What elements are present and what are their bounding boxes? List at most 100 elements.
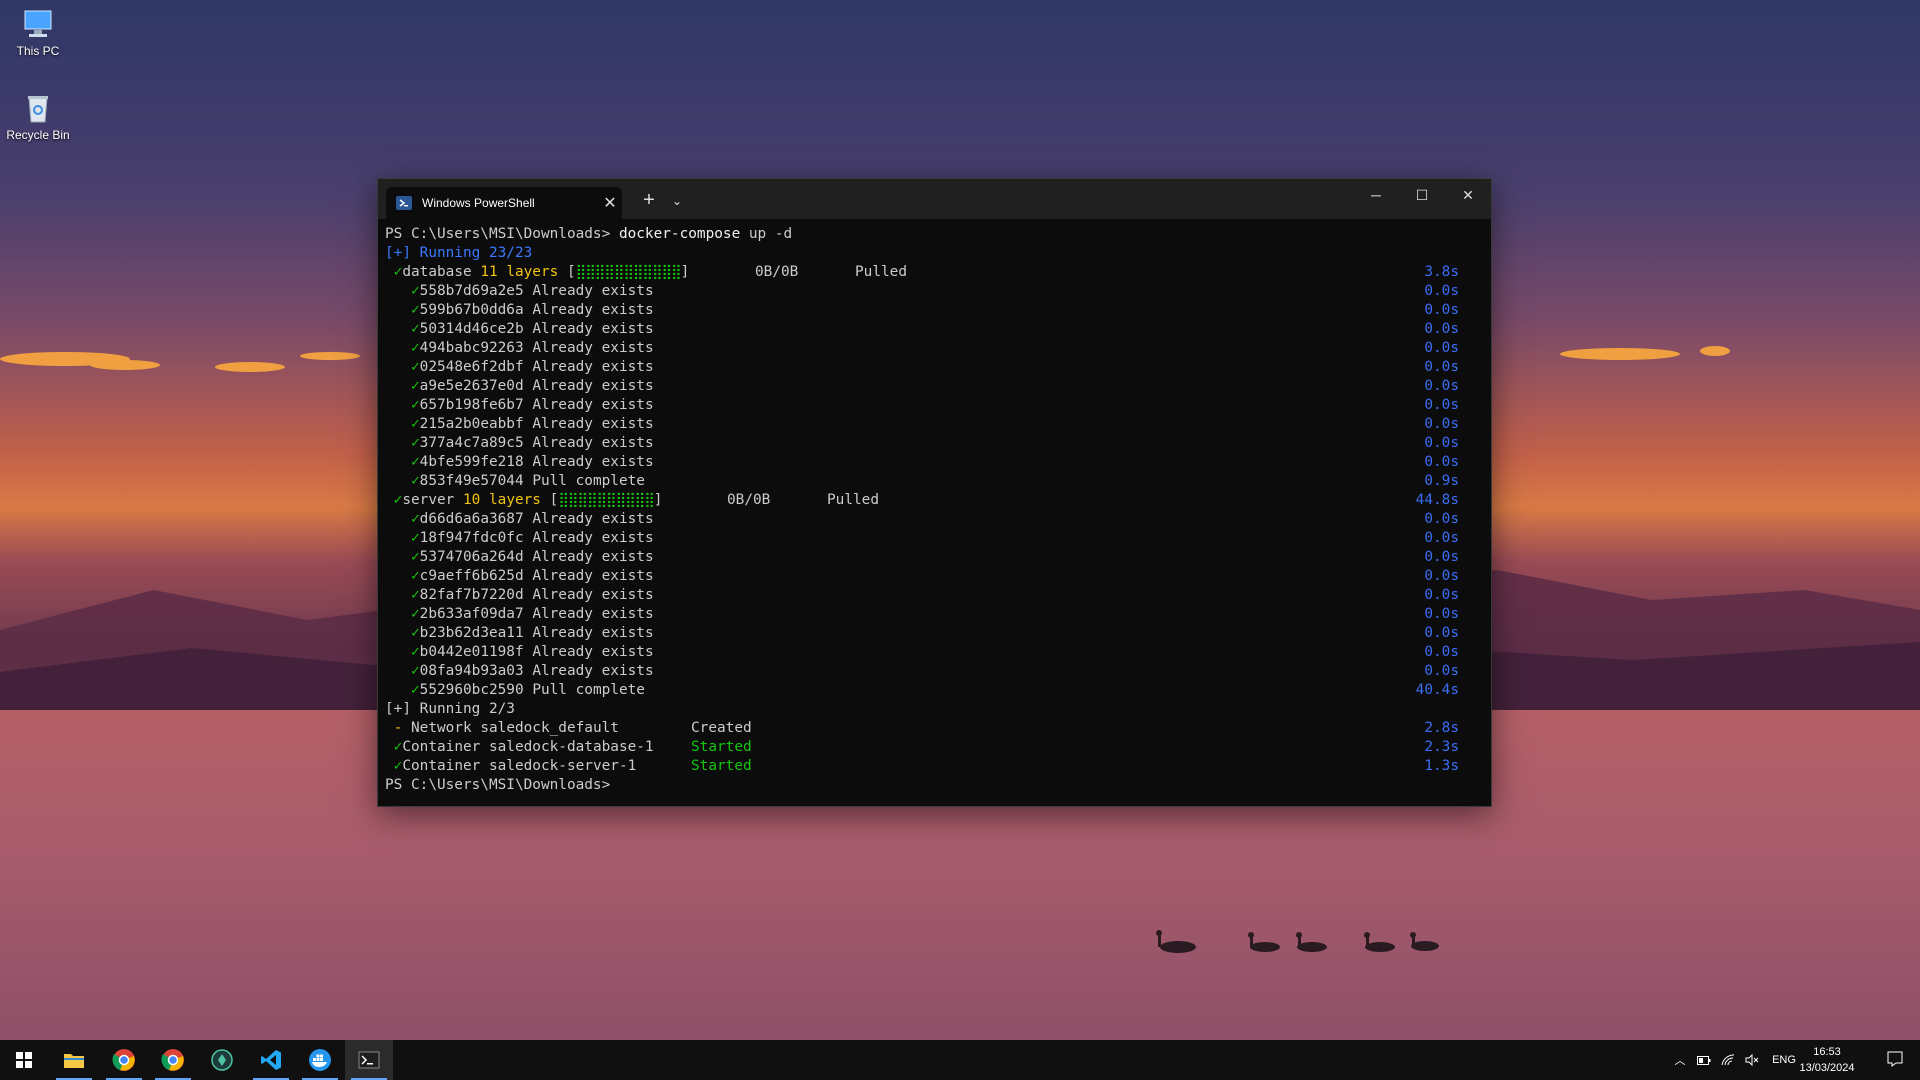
layer-line: ✓50314d46ce2b Already exists 0.0s — [385, 320, 1471, 339]
maximize-button[interactable]: ☐ — [1399, 179, 1445, 211]
docker-icon[interactable] — [296, 1040, 344, 1080]
duration: 0.9s — [1424, 473, 1459, 489]
layer-id: 4bfe599fe218 — [419, 454, 524, 470]
layer-status: Already exists — [532, 568, 654, 584]
title-bar[interactable]: Windows PowerShell ✕ + ⌄ ─ ☐ ✕ — [378, 179, 1491, 219]
check-icon: ✓ — [411, 359, 420, 375]
check-icon: ✓ — [411, 587, 420, 603]
layer-line: ✓4bfe599fe218 Already exists 0.0s — [385, 453, 1471, 472]
layer-status: Already exists — [532, 663, 654, 679]
layer-status: Already exists — [532, 549, 654, 565]
battery-icon[interactable] — [1692, 1055, 1716, 1065]
check-icon: ✓ — [411, 321, 420, 337]
layer-line: ✓b0442e01198f Already exists 0.0s — [385, 643, 1471, 662]
duration: 40.4s — [1415, 682, 1459, 698]
desktop-icon-this-pc[interactable]: This PC — [0, 8, 76, 58]
layer-line: ✓a9e5e2637e0d Already exists 0.0s — [385, 377, 1471, 396]
check-icon: ✓ — [411, 511, 420, 527]
minimize-button[interactable]: ─ — [1353, 179, 1399, 211]
layer-id: b23b62d3ea11 — [419, 625, 524, 641]
layer-status: Already exists — [532, 378, 654, 394]
network-line: - Network saledock_default Created 2.8s — [385, 719, 1471, 738]
layer-line: ✓599b67b0dd6a Already exists 0.0s — [385, 301, 1471, 320]
duration: 0.0s — [1424, 530, 1459, 546]
tab-close-icon[interactable]: ✕ — [598, 193, 622, 213]
check-icon: ✓ — [411, 568, 420, 584]
check-icon: ✓ — [411, 283, 420, 299]
clock[interactable]: 16:53 13/03/2024 — [1792, 1044, 1862, 1076]
service-line-database: ✓database 11 layers [⣿⣿⣿⣿⣿⣿⣿⣿⣿⣿⣿] 0B/0B Pu… — [385, 263, 1471, 282]
recycle-bin-icon — [20, 92, 56, 124]
chevron-down-icon[interactable]: ⌄ — [666, 188, 688, 214]
chrome-icon[interactable] — [100, 1040, 148, 1080]
network-state: Created — [691, 720, 752, 736]
layer-status: Pull complete — [532, 473, 645, 489]
layer-status: Pull complete — [532, 682, 645, 698]
chevron-up-icon[interactable]: ︿ — [1668, 1052, 1692, 1068]
file-explorer-icon[interactable] — [50, 1040, 98, 1080]
layer-line: ✓853f49e57044 Pull complete 0.9s — [385, 472, 1471, 491]
terminal-icon[interactable] — [345, 1040, 393, 1080]
desktop-icon-label: This PC — [16, 44, 60, 58]
tab-windows-powershell[interactable]: Windows PowerShell ✕ — [386, 187, 622, 219]
powershell-window[interactable]: Windows PowerShell ✕ + ⌄ ─ ☐ ✕ PS C:\Use… — [377, 178, 1492, 807]
volume-muted-icon[interactable] — [1740, 1054, 1764, 1066]
duration: 0.0s — [1424, 454, 1459, 470]
container-state: Started — [691, 758, 752, 774]
clock-date: 13/03/2024 — [1799, 1062, 1855, 1074]
app-icon[interactable] — [198, 1040, 246, 1080]
layer-status: Already exists — [532, 606, 654, 622]
terminal-line: [+] Running 23/23 — [385, 245, 533, 261]
clock-time: 16:53 — [1813, 1046, 1841, 1058]
duration: 1.3s — [1424, 758, 1459, 774]
check-icon: ✓ — [411, 454, 420, 470]
layer-id: c9aeff6b625d — [419, 568, 524, 584]
layer-line: ✓558b7d69a2e5 Already exists 0.0s — [385, 282, 1471, 301]
prompt: PS C:\Users\MSI\Downloads> — [385, 226, 619, 242]
service-name: database — [402, 264, 472, 280]
layer-status: Already exists — [532, 397, 654, 413]
layer-id: 08fa94b93a03 — [419, 663, 524, 679]
duration: 0.0s — [1424, 549, 1459, 565]
pull-status: Pulled — [855, 264, 907, 280]
layer-id: 50314d46ce2b — [419, 321, 524, 337]
desktop-icon-label: Recycle Bin — [6, 128, 70, 142]
service-line-server: ✓server 10 layers [⣿⣿⣿⣿⣿⣿⣿⣿⣿⣿] 0B/0B Pulle… — [385, 491, 1471, 510]
check-icon: ✓ — [411, 340, 420, 356]
layer-line: ✓82faf7b7220d Already exists 0.0s — [385, 586, 1471, 605]
layer-id: 853f49e57044 — [419, 473, 524, 489]
close-window-button[interactable]: ✕ — [1445, 179, 1491, 211]
chrome-alt-icon[interactable] — [149, 1040, 197, 1080]
container-line: ✓Container saledock-database-1 Started 2.3… — [385, 738, 1471, 757]
this-pc-icon — [20, 8, 56, 40]
progress-bar: [⣿⣿⣿⣿⣿⣿⣿⣿⣿⣿] — [549, 492, 663, 508]
layer-line: ✓02548e6f2dbf Already exists 0.0s — [385, 358, 1471, 377]
container-state: Started — [691, 739, 752, 755]
duration: 0.0s — [1424, 435, 1459, 451]
duration: 0.0s — [1424, 302, 1459, 318]
layer-status: Already exists — [532, 302, 654, 318]
new-tab-button[interactable]: + — [633, 187, 665, 213]
layer-id: 599b67b0dd6a — [419, 302, 524, 318]
windows-start-icon[interactable] — [0, 1040, 48, 1080]
layer-status: Already exists — [532, 359, 654, 375]
notification-icon[interactable] — [1886, 1050, 1904, 1068]
check-icon: ✓ — [411, 549, 420, 565]
check-icon: ✓ — [411, 378, 420, 394]
wifi-icon[interactable] — [1716, 1054, 1740, 1066]
wallpaper-cloud — [1560, 348, 1680, 360]
layer-status: Already exists — [532, 321, 654, 337]
pull-status: Pulled — [827, 492, 879, 508]
desktop-icon-recycle-bin[interactable]: Recycle Bin — [0, 92, 76, 142]
layer-status: Already exists — [532, 587, 654, 603]
check-icon: ✓ — [411, 473, 420, 489]
pull-size: 0B/0B — [755, 264, 799, 280]
terminal-output[interactable]: PS C:\Users\MSI\Downloads> docker-compos… — [385, 225, 1471, 806]
command: docker-compose — [618, 226, 741, 242]
layer-id: 558b7d69a2e5 — [419, 283, 524, 299]
duration: 0.0s — [1424, 644, 1459, 660]
vscode-icon[interactable] — [247, 1040, 295, 1080]
duration: 0.0s — [1424, 359, 1459, 375]
wallpaper-cloud — [300, 352, 360, 360]
duration: 0.0s — [1424, 511, 1459, 527]
